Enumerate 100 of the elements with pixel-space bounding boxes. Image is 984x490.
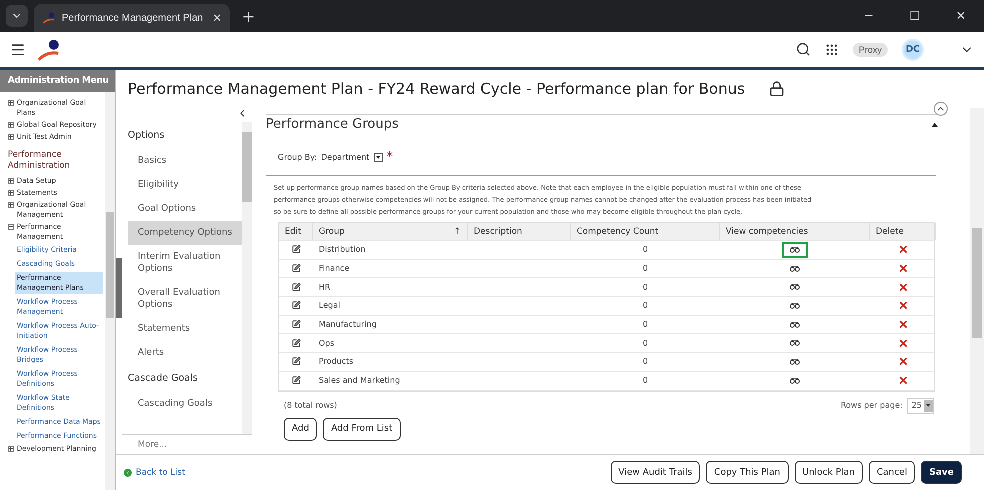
delete-icon[interactable] xyxy=(898,300,908,312)
more-link[interactable]: More... xyxy=(122,434,252,454)
table-cell: Sales and Marketing xyxy=(319,376,400,386)
caret-icon[interactable] xyxy=(924,400,933,412)
section-title: Performance Groups xyxy=(266,117,399,132)
column-header[interactable]: View competencies xyxy=(726,226,808,236)
save-button[interactable]: Save xyxy=(921,461,962,484)
window-control[interactable]: ✕ xyxy=(938,9,984,23)
scroll-up-icon[interactable] xyxy=(934,102,948,116)
glasses-icon[interactable] xyxy=(782,242,808,258)
table-cell: 0 xyxy=(642,338,648,348)
column-header[interactable]: Group xyxy=(319,226,345,236)
table-cell: 0 xyxy=(642,282,648,292)
dropdown-icon[interactable] xyxy=(374,153,383,162)
edit-icon[interactable] xyxy=(292,264,300,274)
new-tab-button[interactable]: + xyxy=(242,7,256,26)
back-link[interactable]: Back to List xyxy=(124,468,186,478)
nav-item[interactable]: Basics xyxy=(128,149,242,173)
browser-tab[interactable]: Performance Management Plan ✕ xyxy=(34,4,230,32)
table-cell: 0 xyxy=(642,376,648,386)
column-header[interactable]: Description xyxy=(474,226,522,236)
column-header[interactable]: Delete xyxy=(876,226,904,236)
collapse-icon[interactable] xyxy=(8,224,14,230)
nav-item[interactable]: Alerts xyxy=(128,341,242,365)
expand-icon[interactable] xyxy=(8,122,14,128)
group-by-value: Department xyxy=(321,153,370,162)
column-header[interactable]: Competency Count xyxy=(577,226,659,236)
nav-heading: Cascade Goals xyxy=(128,372,199,386)
edit-icon[interactable] xyxy=(292,376,300,386)
nav-item[interactable]: Cascading Goals xyxy=(128,392,242,416)
edit-icon[interactable] xyxy=(292,301,300,310)
action-button[interactable]: View Audit Trails xyxy=(610,461,700,484)
user-avatar[interactable]: DC xyxy=(902,38,924,60)
collapse-handle[interactable] xyxy=(116,258,122,318)
expand-icon[interactable] xyxy=(8,202,14,208)
search-icon[interactable] xyxy=(796,42,811,57)
row-count: (8 total rows) xyxy=(284,401,338,410)
add-button[interactable]: Add xyxy=(284,418,318,440)
table-cell: HR xyxy=(319,282,331,292)
nav-item[interactable]: Goal Options xyxy=(128,197,242,221)
table-cell: 0 xyxy=(642,264,648,274)
table-cell: Finance xyxy=(319,264,350,274)
sidebar-heading: Performance Administration xyxy=(8,150,72,172)
nav-item[interactable]: Competency Options xyxy=(128,221,242,245)
table-cell: 0 xyxy=(642,357,648,366)
edit-icon[interactable] xyxy=(292,282,300,292)
tab-title: Performance Management Plan xyxy=(62,12,204,24)
table-cell: Legal xyxy=(319,301,340,310)
sort-mark[interactable]: ↑ xyxy=(454,226,461,236)
delete-icon[interactable] xyxy=(898,244,908,256)
nav-item[interactable]: Eligibility xyxy=(128,173,242,197)
scrollbar[interactable] xyxy=(105,92,115,490)
collapse-icon[interactable] xyxy=(932,122,938,126)
edit-icon[interactable] xyxy=(292,245,300,254)
column-header[interactable]: Edit xyxy=(285,226,302,236)
proxy-button[interactable]: Proxy xyxy=(852,42,888,56)
rows-per-page-select[interactable]: 25 xyxy=(906,398,934,414)
expand-icon[interactable] xyxy=(8,446,14,452)
table-cell: Ops xyxy=(319,338,335,348)
nav-item[interactable]: Interim Evaluation Options xyxy=(128,245,242,281)
apps-icon[interactable] xyxy=(824,42,839,56)
required-mark: * xyxy=(386,150,394,165)
scrollbar[interactable] xyxy=(242,122,252,434)
delete-icon[interactable] xyxy=(898,263,908,274)
nav-item[interactable]: Statements xyxy=(128,317,242,341)
expand-icon[interactable] xyxy=(8,190,14,196)
edit-icon[interactable] xyxy=(292,338,300,348)
action-button[interactable]: Copy This Plan xyxy=(706,461,788,484)
table-cell: Distribution xyxy=(319,245,366,254)
window-control[interactable]: ☐ xyxy=(892,9,938,23)
expand-icon[interactable] xyxy=(8,178,14,184)
expand-icon[interactable] xyxy=(8,134,14,140)
edit-icon[interactable] xyxy=(292,320,300,330)
logo-icon xyxy=(42,12,56,24)
field-label: Group By: xyxy=(278,153,318,162)
scrollbar[interactable] xyxy=(970,108,984,454)
expand-icon[interactable] xyxy=(8,100,14,106)
sidebar-title: Administration Menu xyxy=(0,70,115,92)
delete-icon[interactable] xyxy=(898,356,908,368)
action-button[interactable]: Unlock Plan xyxy=(794,461,863,484)
logo-icon xyxy=(36,38,62,60)
delete-icon[interactable] xyxy=(898,375,908,386)
table-cell: Products xyxy=(319,357,354,366)
field-label: Rows per page: xyxy=(840,401,903,410)
nav-heading: Options xyxy=(128,129,166,143)
nav-item[interactable]: Overall Evaluation Options xyxy=(128,281,242,317)
delete-icon[interactable] xyxy=(898,338,908,349)
action-button[interactable]: Cancel xyxy=(868,461,916,484)
window-control[interactable]: ─ xyxy=(846,9,892,23)
edit-icon[interactable] xyxy=(292,357,300,366)
table-cell: Manufacturing xyxy=(319,320,377,330)
table-cell: 0 xyxy=(642,301,648,310)
delete-icon[interactable] xyxy=(898,319,908,330)
tab-menu-icon[interactable] xyxy=(6,5,28,27)
table-cell: 0 xyxy=(642,320,648,330)
delete-icon[interactable] xyxy=(898,282,908,293)
add-button[interactable]: Add From List xyxy=(323,418,401,440)
back-icon[interactable] xyxy=(124,468,132,476)
menu-icon[interactable] xyxy=(10,42,26,58)
close-tab-button[interactable]: ✕ xyxy=(212,12,222,24)
